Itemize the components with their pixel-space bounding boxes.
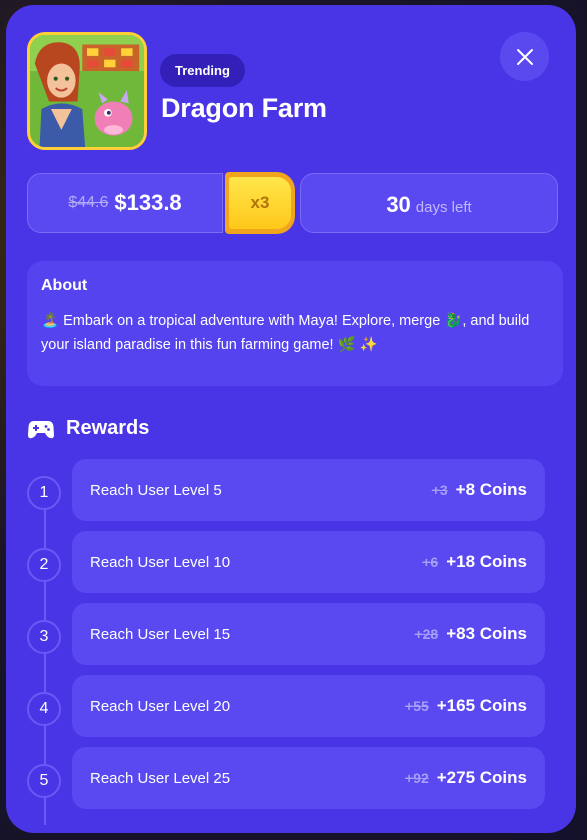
about-description: 🏝️ Embark on a tropical adventure with M… xyxy=(41,313,530,353)
multiplier-badge: x3 xyxy=(225,172,295,234)
step-number: 2 xyxy=(27,548,61,582)
original-price: $44.6 xyxy=(68,194,109,211)
reward-values: +55 +165 Coins xyxy=(405,696,527,716)
reward-values: +3 +8 Coins xyxy=(432,480,527,500)
step-number: 1 xyxy=(27,476,61,510)
close-button[interactable] xyxy=(500,32,549,81)
reward-new-value: +275 Coins xyxy=(436,768,527,787)
reward-item-5[interactable]: Reach User Level 25 +92 +275 Coins xyxy=(72,747,545,809)
reward-label: Reach User Level 15 xyxy=(90,625,231,643)
about-title: About xyxy=(41,277,88,294)
reward-item-2[interactable]: Reach User Level 10 +6 +18 Coins xyxy=(72,531,545,593)
reward-new-value: +18 Coins xyxy=(446,552,527,571)
step-number: 3 xyxy=(27,620,61,654)
reward-old-value: +28 xyxy=(414,626,439,642)
price-box: $44.6 $133.8 xyxy=(27,173,223,233)
gamepad-icon xyxy=(28,420,54,438)
reward-old-value: +92 xyxy=(405,770,429,786)
reward-values: +92 +275 Coins xyxy=(405,768,527,788)
boosted-price: $133.8 xyxy=(114,190,182,215)
reward-old-value: +55 xyxy=(405,698,429,714)
reward-values: +6 +18 Coins xyxy=(422,552,527,572)
days-left-label: days left xyxy=(415,199,472,216)
reward-old-value: +6 xyxy=(422,554,439,570)
game-title: Dragon Farm xyxy=(161,93,327,123)
reward-new-value: +83 Coins xyxy=(446,624,527,643)
step-number: 5 xyxy=(27,764,61,798)
reward-values: +28 +83 Coins xyxy=(414,624,527,644)
rewards-title: Rewards xyxy=(66,417,150,439)
reward-item-1[interactable]: Reach User Level 5 +3 +8 Coins xyxy=(72,459,545,521)
reward-label: Reach User Level 10 xyxy=(90,553,231,571)
reward-label: Reach User Level 20 xyxy=(90,697,231,715)
days-left-box: 30 days left xyxy=(300,173,558,233)
days-left-value: 30 xyxy=(386,192,411,217)
reward-item-3[interactable]: Reach User Level 15 +28 +83 Coins xyxy=(72,603,545,665)
reward-old-value: +3 xyxy=(431,482,448,498)
about-section: About 🏝️ Embark on a tropical adventure … xyxy=(27,261,563,386)
close-icon xyxy=(516,48,533,65)
reward-item-4[interactable]: Reach User Level 20 +55 +165 Coins xyxy=(72,675,545,737)
offer-modal: Trending Dragon Farm $44.6 $133.8 x3 30 … xyxy=(6,5,576,833)
reward-label: Reach User Level 25 xyxy=(90,769,231,787)
reward-new-value: +8 Coins xyxy=(455,480,527,499)
dragon-farm-app-icon xyxy=(27,32,147,150)
reward-new-value: +165 Coins xyxy=(436,696,527,715)
reward-label: Reach User Level 5 xyxy=(90,481,222,499)
trending-badge: Trending xyxy=(160,54,245,87)
multiplier-label: x3 xyxy=(229,177,291,229)
rewards-header: Rewards xyxy=(28,417,149,440)
step-number: 4 xyxy=(27,692,61,726)
